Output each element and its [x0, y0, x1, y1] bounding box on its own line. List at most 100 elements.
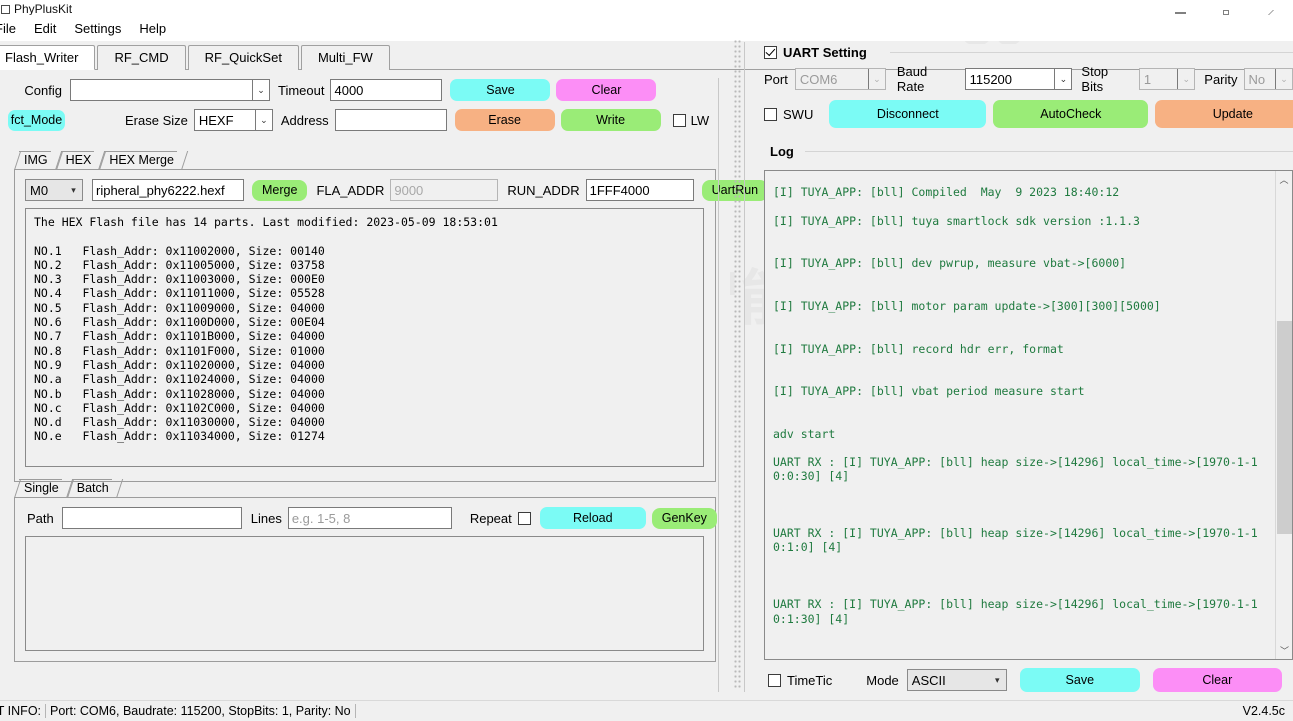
swu-checkbox[interactable]: [764, 107, 777, 121]
lw-label: LW: [690, 112, 710, 128]
lines-label: Lines: [250, 510, 282, 526]
fct-mode-button[interactable]: fct_Mode: [8, 109, 65, 131]
minimize-icon[interactable]: [1158, 0, 1203, 15]
reload-button[interactable]: Reload: [539, 507, 646, 529]
disconnect-button[interactable]: Disconnect: [829, 100, 987, 128]
log-save-button[interactable]: Save: [1019, 668, 1140, 692]
fla-addr-input[interactable]: 9000: [390, 179, 499, 201]
timetic-checkbox[interactable]: [768, 673, 781, 687]
batch-textarea[interactable]: [25, 536, 704, 651]
tab-img[interactable]: IMG: [14, 151, 56, 170]
erase-size-label: Erase Size: [125, 112, 188, 128]
chevron-down-icon: ⌄: [1275, 69, 1292, 89]
tab-single[interactable]: Single: [14, 479, 67, 498]
timeout-label: Timeout: [278, 82, 325, 98]
file-name-input[interactable]: ripheral_phy6222.hexf: [92, 179, 244, 201]
repeat-checkbox[interactable]: [517, 511, 531, 525]
save-button[interactable]: Save: [450, 79, 551, 101]
app-icon: [1, 5, 10, 14]
update-button[interactable]: Update: [1155, 100, 1293, 128]
right-pane-border: [744, 42, 745, 692]
menu-bar: File Edit Settings Help: [0, 15, 1293, 41]
tab-hex-merge[interactable]: HEX Merge: [99, 151, 182, 170]
tab-batch[interactable]: Batch: [67, 479, 117, 498]
path-input[interactable]: [61, 507, 242, 529]
lines-input[interactable]: e.g. 1-5, 8: [287, 507, 452, 529]
core-select[interactable]: M0 ▾: [25, 179, 83, 201]
menu-edit[interactable]: Edit: [25, 18, 65, 39]
log-header: Log: [770, 144, 794, 159]
chevron-down-icon: ▾: [71, 184, 76, 195]
run-addr-input[interactable]: 1FFF4000: [585, 179, 694, 201]
stopbits-select[interactable]: 1 ⌄: [1138, 68, 1196, 90]
stopbits-label: Stop Bits: [1081, 64, 1109, 94]
chevron-down-icon: ▾: [995, 674, 1000, 685]
status-info-text: Port: COM6, Baudrate: 115200, StopBits: …: [50, 704, 351, 718]
config-select[interactable]: ⌄: [70, 79, 270, 101]
scroll-up-icon[interactable]: ︿: [1276, 171, 1292, 188]
parity-select[interactable]: No ⌄: [1243, 68, 1293, 90]
genkey-button[interactable]: GenKey: [651, 507, 717, 529]
merge-button[interactable]: Merge: [252, 179, 308, 201]
file-type-body: M0 ▾ ripheral_phy6222.hexf Merge FLA_ADD…: [14, 169, 769, 482]
tab-hex-label: HEX: [65, 153, 92, 167]
clear-button[interactable]: Clear: [556, 79, 657, 101]
tab-flash-writer[interactable]: Flash_Writer: [0, 45, 96, 70]
tab-single-label: Single: [24, 481, 59, 495]
close-icon[interactable]: [1248, 0, 1293, 15]
write-button[interactable]: Write: [560, 109, 661, 131]
scroll-down-icon[interactable]: ﹀: [1276, 642, 1292, 659]
lw-checkbox[interactable]: [672, 113, 686, 127]
log-clear-button[interactable]: Clear: [1152, 668, 1282, 692]
window-title: PhyPlusKit: [14, 2, 73, 16]
autocheck-button[interactable]: AutoCheck: [993, 100, 1149, 128]
uart-setting-checkbox[interactable]: [764, 46, 777, 59]
erase-button[interactable]: Erase: [454, 109, 555, 131]
fla-addr-label: FLA_ADDR: [316, 182, 385, 198]
window-controls: [1158, 0, 1293, 15]
splitter-grip: [734, 40, 742, 690]
timetic-label: TimeTic: [787, 672, 833, 688]
tab-multi-fw[interactable]: Multi_FW: [300, 45, 390, 70]
tab-rf-cmd[interactable]: RF_CMD: [97, 45, 186, 70]
menu-file[interactable]: File: [0, 18, 25, 39]
uart-panel: UART Setting Port COM6 ⌄ Baud Rate 11520…: [750, 40, 1293, 700]
mode-select[interactable]: ASCII ▾: [906, 669, 1007, 691]
menu-settings[interactable]: Settings: [65, 18, 130, 39]
tab-batch-label: Batch: [76, 481, 109, 495]
repeat-label: Repeat: [469, 510, 512, 526]
file-type-tab-row: IMG HEX HEX Merge: [14, 150, 716, 170]
baud-select-value: 115200: [969, 71, 1013, 87]
flash-writer-panel: Config ⌄ Timeout 4000 Save Clear fct_Mod…: [0, 70, 769, 700]
swu-label: SWU: [783, 106, 814, 122]
tab-img-label: IMG: [24, 153, 48, 167]
address-input[interactable]: [334, 109, 447, 131]
status-bar: RT INFO: Port: COM6, Baudrate: 115200, S…: [0, 700, 1293, 721]
run-addr-label: RUN_ADDR: [507, 182, 580, 198]
status-divider: [354, 704, 356, 718]
batch-body: Path Lines e.g. 1-5, 8 Repeat Reload Gen…: [14, 497, 717, 662]
timeout-input[interactable]: 4000: [330, 79, 443, 101]
hex-info-textarea[interactable]: The HEX Flash file has 14 parts. Last mo…: [25, 208, 704, 467]
log-output[interactable]: [I] TUYA_APP: [bll] reset source [0] [I]…: [764, 170, 1293, 660]
baud-label: Baud Rate: [896, 64, 928, 94]
log-header-rule: [805, 151, 1293, 152]
address-label: Address: [280, 112, 329, 128]
core-select-value: M0: [30, 182, 49, 198]
maximize-icon[interactable]: [1203, 0, 1248, 15]
scrollbar-thumb[interactable]: [1277, 321, 1292, 534]
port-select[interactable]: COM6 ⌄: [794, 68, 886, 90]
chevron-down-icon: ⌄: [254, 110, 272, 130]
mode-label: Mode: [866, 672, 899, 688]
config-label: Config: [24, 82, 62, 98]
erase-size-select[interactable]: HEXF ⌄: [193, 109, 273, 131]
status-info-label: RT INFO:: [0, 704, 42, 718]
tab-hex[interactable]: HEX: [56, 151, 100, 170]
log-scrollbar[interactable]: ︿ ﹀: [1275, 171, 1292, 659]
batch-group: Single Batch Path Lines e.g. 1-5, 8 Repe…: [14, 478, 717, 663]
tab-rf-quickset[interactable]: RF_QuickSet: [187, 45, 299, 70]
baud-select[interactable]: 115200 ⌄: [964, 68, 1073, 90]
panel-splitter[interactable]: [733, 40, 743, 690]
menu-help[interactable]: Help: [130, 18, 175, 39]
uart-header-rule: [890, 52, 1293, 53]
